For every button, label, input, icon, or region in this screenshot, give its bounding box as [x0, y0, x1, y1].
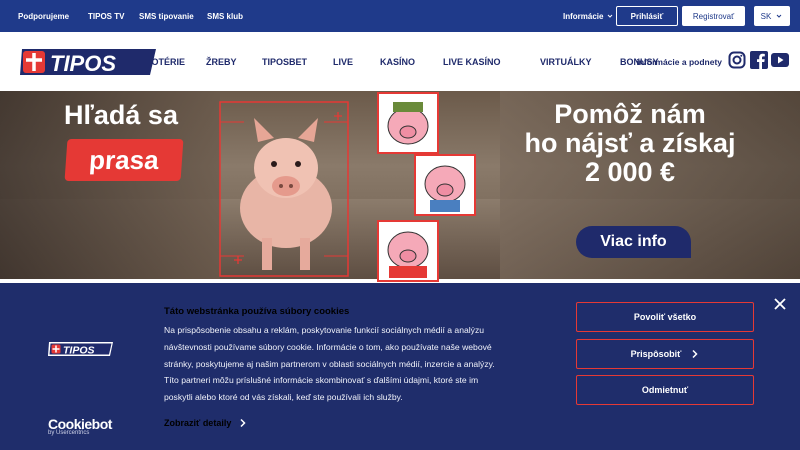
hero-prasa-text: prasa — [88, 144, 160, 175]
cartoon-pig-card-1 — [377, 92, 439, 154]
cookie-show-details[interactable]: Zobraziť detaily — [164, 418, 247, 428]
youtube-icon[interactable] — [771, 51, 789, 69]
language-label: SK — [760, 11, 772, 21]
chevron-right-icon — [240, 418, 246, 428]
top-bar: Podporujeme TIPOS TV SMS tipovanie SMS k… — [0, 0, 800, 32]
info-dropdown[interactable]: Informácie — [563, 0, 614, 32]
nav-help-text: Pomoc, sťažnosti, informácie a podnety — [634, 56, 722, 67]
hero-right-line-1: Pomôž nám — [554, 99, 706, 129]
cartoon-pig-icon — [387, 231, 429, 278]
cookiebot-logo: Cookiebot by Usercentrics — [48, 416, 112, 436]
hero-more-info-button[interactable]: Viac info — [576, 226, 691, 258]
cookie-allow-all-button[interactable]: Povoliť všetko — [576, 302, 754, 332]
nav-virtualky[interactable]: VIRTUÁLKY — [540, 32, 592, 91]
cookie-customize-button[interactable]: Prispôsobiť — [576, 339, 754, 369]
instagram-icon[interactable] — [728, 51, 746, 69]
chevron-right-icon — [692, 349, 698, 359]
login-button[interactable]: Prihlásiť — [616, 6, 678, 26]
chevron-down-icon — [608, 14, 613, 18]
hero-prasa-badge: prasa — [64, 139, 184, 181]
chevron-down-icon — [776, 14, 782, 18]
cookie-details-label: Zobraziť detaily — [164, 418, 232, 428]
language-select[interactable]: SK — [754, 6, 790, 26]
cartoon-pig-card-3 — [377, 220, 439, 282]
cookie-deny-button[interactable]: Odmietnuť — [576, 375, 754, 405]
cartoon-pig-icon — [424, 165, 466, 212]
cookie-title: Táto webstránka používa súbory cookies — [164, 306, 350, 317]
nav-zreby[interactable]: ŽREBY — [206, 32, 237, 91]
close-icon[interactable] — [773, 297, 787, 311]
cookie-text-line: Títo partneri môžu príslušné informácie … — [164, 375, 479, 386]
logo-text: TIPOS — [50, 51, 116, 76]
hero-right-line-2: ho nájsť a získaj — [524, 128, 736, 158]
register-button[interactable]: Registrovať — [682, 6, 745, 26]
cookie-text-line: Na prispôsobenie obsahu a reklám, poskyt… — [164, 325, 485, 335]
tipos-logo[interactable]: TIPOS — [20, 47, 158, 77]
nav-live[interactable]: LIVE — [333, 32, 353, 91]
top-link-sms-tipovanie[interactable]: SMS tipovanie — [139, 0, 194, 32]
info-label: Informácie — [563, 11, 604, 21]
cookie-text-line: poskytli alebo ktoré od vás získali, keď… — [164, 392, 403, 403]
cookie-text-line: stránky, poskytujeme aj našim partnerom … — [164, 358, 495, 369]
hero-prize-amount: 2 000 € — [584, 157, 676, 187]
cartoon-pig-icon — [387, 102, 429, 145]
nav-tiposbet[interactable]: TIPOSBET — [262, 32, 307, 91]
top-link-sms-klub[interactable]: SMS klub — [207, 0, 243, 32]
logo-small-text: TIPOS — [63, 345, 95, 357]
pig-photo — [219, 101, 349, 277]
nav-help-link[interactable]: Pomoc, sťažnosti, informácie a podnety — [634, 32, 722, 91]
cookie-text-line: návštevnosti používame súbory cookie. In… — [164, 341, 492, 352]
cookie-customize-label: Prispôsobiť — [630, 349, 682, 359]
nav-live-kasino[interactable]: LIVE KASÍNO — [443, 32, 501, 91]
hero-headline-left: Hľadá sa — [64, 100, 178, 130]
top-link-tipos-tv[interactable]: TIPOS TV — [88, 0, 124, 32]
cookie-description: Na prispôsobenie obsahu a reklám, poskyt… — [164, 322, 564, 406]
nav-kasino[interactable]: KASÍNO — [380, 32, 415, 91]
hero-headline-right: Pomôž nám ho nájsť a získaj 2 000 € — [500, 100, 760, 187]
facebook-icon[interactable] — [750, 51, 768, 69]
tipos-logo-small: TIPOS — [48, 342, 113, 357]
top-link-podporujeme[interactable]: Podporujeme — [18, 0, 69, 32]
cartoon-pig-card-2 — [414, 154, 476, 216]
